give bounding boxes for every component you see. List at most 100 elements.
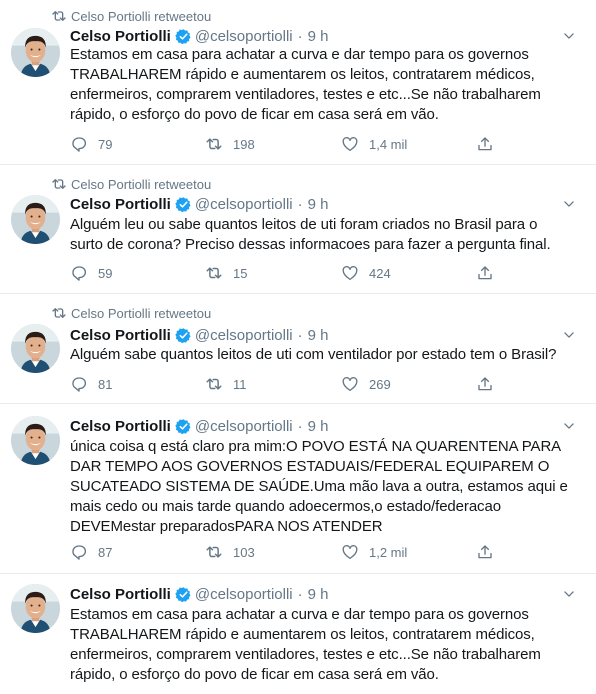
tweet[interactable]: Celso Portiolli retweetou Celso Portioll… xyxy=(0,165,596,294)
avatar[interactable] xyxy=(11,195,60,244)
author-name[interactable]: Celso Portiolli xyxy=(70,327,171,344)
tweet-header: Celso Portiolli @celsoportiolli · 9 h xyxy=(70,193,328,215)
retweet-label[interactable]: Celso Portiolli retweetou xyxy=(71,306,211,321)
tweet-header: Celso Portiolli @celsoportiolli · 9 h xyxy=(70,324,328,346)
heart-icon xyxy=(341,135,359,153)
verified-badge-icon xyxy=(175,196,192,213)
timestamp[interactable]: 9 h xyxy=(308,586,329,603)
retweet-button[interactable]: 11 xyxy=(205,373,247,395)
share-icon xyxy=(476,375,494,393)
share-button[interactable] xyxy=(476,373,504,395)
separator-dot: · xyxy=(297,27,303,45)
author-name[interactable]: Celso Portiolli xyxy=(70,196,171,213)
chevron-down-icon[interactable] xyxy=(562,587,576,601)
like-count: 1,4 mil xyxy=(369,136,408,152)
author-handle[interactable]: @celsoportiolli xyxy=(195,196,293,213)
reply-button[interactable]: 87 xyxy=(70,541,112,563)
reply-icon xyxy=(70,264,88,282)
tweet[interactable]: Celso Portiolli retweetou Celso Portioll… xyxy=(0,0,596,165)
like-button[interactable]: 1,4 mil xyxy=(341,133,407,155)
verified-badge-icon xyxy=(175,586,192,603)
retweet-icon xyxy=(205,135,223,153)
timestamp[interactable]: 9 h xyxy=(308,327,329,344)
author-name[interactable]: Celso Portiolli xyxy=(70,586,171,603)
retweet-label[interactable]: Celso Portiolli retweetou xyxy=(71,177,211,192)
tweet-actions: 79 198 1,4 mil xyxy=(70,133,500,155)
tweet-header: Celso Portiolli @celsoportiolli · 9 h xyxy=(70,25,328,47)
chevron-down-icon[interactable] xyxy=(562,419,576,433)
reply-button[interactable]: 59 xyxy=(70,262,112,284)
chevron-down-icon[interactable] xyxy=(562,197,576,211)
tweet[interactable]: Celso Portiolli retweetou Celso Portioll… xyxy=(0,294,596,404)
share-button[interactable] xyxy=(476,262,504,284)
retweet-icon xyxy=(205,543,223,561)
tweet-actions: 81 11 269 xyxy=(70,373,500,395)
retweet-count: 15 xyxy=(233,265,248,281)
timeline: Celso Portiolli retweetou Celso Portioll… xyxy=(0,0,596,694)
retweet-context-icon xyxy=(51,305,67,321)
author-handle[interactable]: @celsoportiolli xyxy=(195,418,293,435)
avatar[interactable] xyxy=(11,584,60,633)
share-icon xyxy=(476,543,494,561)
timestamp[interactable]: 9 h xyxy=(308,418,329,435)
reply-icon xyxy=(70,135,88,153)
tweet-text: Estamos em casa para achatar a curva e d… xyxy=(70,46,541,123)
reply-button[interactable]: 81 xyxy=(70,373,112,395)
heart-icon xyxy=(341,375,359,393)
retweet-button[interactable]: 103 xyxy=(205,541,255,563)
reply-count: 87 xyxy=(98,544,113,560)
tweet-actions: 87 103 1,2 mil xyxy=(70,541,500,563)
retweet-count: 103 xyxy=(233,544,255,560)
author-handle[interactable]: @celsoportiolli xyxy=(195,28,293,45)
separator-dot: · xyxy=(297,417,303,435)
retweet-context-icon xyxy=(51,176,67,192)
like-button[interactable]: 1,2 mil xyxy=(341,541,407,563)
tweet-header: Celso Portiolli @celsoportiolli · 9 h xyxy=(70,583,328,605)
share-button[interactable] xyxy=(476,541,504,563)
separator-dot: · xyxy=(297,585,303,603)
timestamp[interactable]: 9 h xyxy=(308,28,329,45)
retweet-button[interactable]: 15 xyxy=(205,262,247,284)
reply-count: 59 xyxy=(98,265,113,281)
reply-button[interactable]: 79 xyxy=(70,133,112,155)
tweet-text: Alguém leu ou sabe quantos leitos de uti… xyxy=(70,216,551,253)
verified-badge-icon xyxy=(175,28,192,45)
reply-count: 81 xyxy=(98,376,113,392)
verified-badge-icon xyxy=(175,418,192,435)
chevron-down-icon[interactable] xyxy=(562,328,576,342)
share-icon xyxy=(476,135,494,153)
heart-icon xyxy=(341,264,359,282)
like-count: 269 xyxy=(369,376,391,392)
author-handle[interactable]: @celsoportiolli xyxy=(195,586,293,603)
author-name[interactable]: Celso Portiolli xyxy=(70,28,171,45)
retweet-count: 11 xyxy=(233,376,247,392)
tweet-text: Alguém sabe quantos leitos de uti com ve… xyxy=(70,346,557,363)
tweet-text: única coisa q está claro pra mim:O POVO … xyxy=(70,438,568,535)
separator-dot: · xyxy=(297,326,303,344)
like-button[interactable]: 269 xyxy=(341,373,391,395)
share-icon xyxy=(476,264,494,282)
avatar[interactable] xyxy=(11,416,60,465)
avatar[interactable] xyxy=(11,28,60,77)
author-handle[interactable]: @celsoportiolli xyxy=(195,327,293,344)
tweet-header: Celso Portiolli @celsoportiolli · 9 h xyxy=(70,415,328,437)
timestamp[interactable]: 9 h xyxy=(308,196,329,213)
author-name[interactable]: Celso Portiolli xyxy=(70,418,171,435)
reply-count: 79 xyxy=(98,136,113,152)
like-button[interactable]: 424 xyxy=(341,262,391,284)
retweet-count: 198 xyxy=(233,136,255,152)
separator-dot: · xyxy=(297,195,303,213)
tweet-text: Estamos em casa para achatar a curva e d… xyxy=(70,606,541,683)
retweet-label[interactable]: Celso Portiolli retweetou xyxy=(71,9,211,24)
chevron-down-icon[interactable] xyxy=(562,29,576,43)
share-button[interactable] xyxy=(476,133,504,155)
retweet-context-icon xyxy=(51,8,67,24)
avatar[interactable] xyxy=(11,324,60,373)
tweet[interactable]: Celso Portiolli @celsoportiolli · 9 h ún… xyxy=(0,404,596,574)
reply-icon xyxy=(70,543,88,561)
reply-icon xyxy=(70,375,88,393)
tweet[interactable]: Celso Portiolli @celsoportiolli · 9 h Es… xyxy=(0,574,596,694)
retweet-button[interactable]: 198 xyxy=(205,133,255,155)
heart-icon xyxy=(341,543,359,561)
like-count: 424 xyxy=(369,265,391,281)
